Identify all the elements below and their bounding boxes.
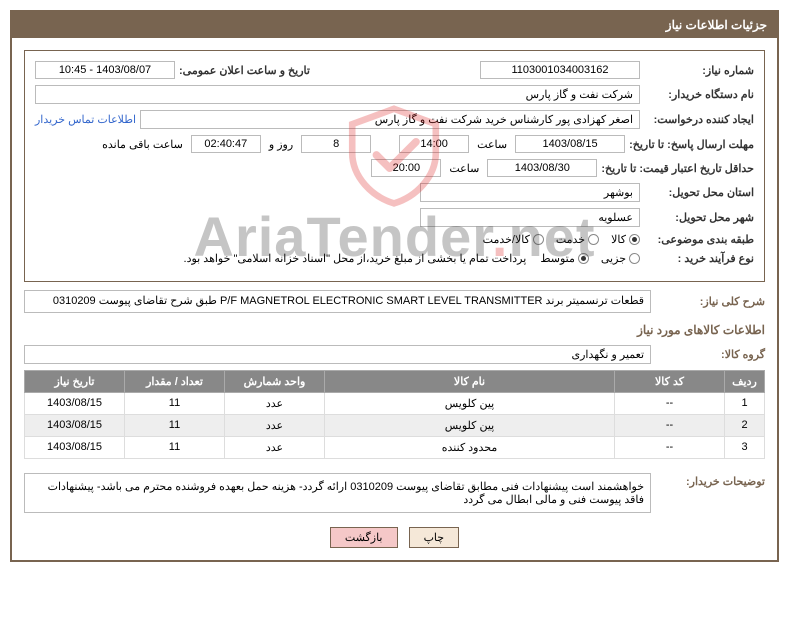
purchase-radio-group: جزیی متوسط: [540, 252, 640, 265]
panel-header: جزئیات اطلاعات نیاز: [12, 12, 777, 38]
table-cell: 11: [125, 392, 225, 414]
city-value: عسلویه: [420, 208, 640, 227]
table-cell: عدد: [225, 414, 325, 436]
table-cell: محدود کننده: [325, 436, 615, 458]
purchase-type-label: نوع فرآیند خرید :: [644, 252, 754, 265]
table-cell: --: [615, 414, 725, 436]
table-header: نام کالا: [325, 370, 615, 392]
province-label: استان محل تحویل:: [644, 186, 754, 199]
time-label-2: ساعت: [449, 162, 479, 175]
goods-group-label: گروه کالا:: [655, 348, 765, 361]
table-cell: --: [615, 436, 725, 458]
reply-deadline-label: مهلت ارسال پاسخ: تا تاریخ:: [629, 138, 754, 151]
table-row: 2--پین کلویسعدد111403/08/15: [25, 414, 765, 436]
announce-label: تاریخ و ساعت اعلان عمومی:: [179, 64, 310, 77]
radio-option[interactable]: جزیی: [601, 252, 640, 265]
table-cell: عدد: [225, 392, 325, 414]
valid-time-value: 20:00: [371, 159, 441, 177]
table-cell: 1403/08/15: [25, 436, 125, 458]
details-panel: جزئیات اطلاعات نیاز شماره نیاز: 11030010…: [10, 10, 779, 562]
table-row: 1--پین کلویسعدد111403/08/15: [25, 392, 765, 414]
radio-option[interactable]: متوسط: [540, 252, 589, 265]
radio-label: متوسط: [540, 252, 575, 265]
table-cell: پین کلویس: [325, 392, 615, 414]
min-valid-label: حداقل تاریخ اعتبار قیمت: تا تاریخ:: [601, 162, 754, 175]
table-row: 3--محدود کنندهعدد111403/08/15: [25, 436, 765, 458]
radio-icon: [629, 234, 640, 245]
radio-label: کالا/خدمت: [483, 233, 530, 246]
radio-option[interactable]: کالا: [611, 233, 640, 246]
buyer-notes-value: خواهشمند است پیشنهادات فنی مطابق تقاضای …: [24, 473, 651, 513]
buyer-notes-label: توضیحات خریدار:: [655, 469, 765, 488]
goods-group-value: تعمیر و نگهداری: [24, 345, 651, 364]
table-cell: 11: [125, 414, 225, 436]
radio-icon: [629, 253, 640, 264]
days-remaining-value: 8: [301, 135, 371, 153]
reply-time-value: 14:00: [399, 135, 469, 153]
radio-icon: [578, 253, 589, 264]
time-remaining-value: 02:40:47: [191, 135, 261, 153]
table-cell: 11: [125, 436, 225, 458]
table-header: تعداد / مقدار: [125, 370, 225, 392]
buyer-org-label: نام دستگاه خریدار:: [644, 88, 754, 101]
days-and-label: روز و: [269, 138, 293, 151]
overall-desc-label: شرح کلی نیاز:: [655, 295, 765, 308]
province-value: بوشهر: [420, 183, 640, 202]
time-label-1: ساعت: [477, 138, 507, 151]
radio-option[interactable]: کالا/خدمت: [483, 233, 544, 246]
radio-icon: [588, 234, 599, 245]
radio-label: خدمت: [556, 233, 585, 246]
category-radio-group: کالا خدمت کالا/خدمت: [483, 233, 640, 246]
radio-label: جزیی: [601, 252, 626, 265]
table-cell: --: [615, 392, 725, 414]
table-cell: 1403/08/15: [25, 392, 125, 414]
valid-date-value: 1403/08/30: [487, 159, 597, 177]
need-number-value: 1103001034003162: [480, 61, 640, 79]
table-cell: پین کلویس: [325, 414, 615, 436]
items-table: ردیفکد کالانام کالاواحد شمارشتعداد / مقد…: [24, 370, 765, 459]
table-header: واحد شمارش: [225, 370, 325, 392]
need-number-label: شماره نیاز:: [644, 64, 754, 77]
table-cell: 1403/08/15: [25, 414, 125, 436]
table-header: تاریخ نیاز: [25, 370, 125, 392]
table-cell: 3: [725, 436, 765, 458]
table-header: کد کالا: [615, 370, 725, 392]
table-cell: عدد: [225, 436, 325, 458]
announce-value: 1403/08/07 - 10:45: [35, 61, 175, 79]
table-cell: 2: [725, 414, 765, 436]
table-header: ردیف: [725, 370, 765, 392]
buyer-org-value: شرکت نفت و گاز پارس: [35, 85, 640, 104]
buyer-contact-link[interactable]: اطلاعات تماس خریدار: [35, 113, 136, 126]
radio-option[interactable]: خدمت: [556, 233, 599, 246]
table-cell: 1: [725, 392, 765, 414]
category-label: طبقه بندی موضوعی:: [644, 233, 754, 246]
remaining-label: ساعت باقی مانده: [102, 138, 183, 151]
radio-label: کالا: [611, 233, 626, 246]
main-info-box: شماره نیاز: 1103001034003162 تاریخ و ساع…: [24, 50, 765, 282]
items-section-title: اطلاعات کالاهای مورد نیاز: [24, 323, 765, 337]
back-button[interactable]: بازگشت: [330, 527, 398, 548]
radio-icon: [533, 234, 544, 245]
reply-date-value: 1403/08/15: [515, 135, 625, 153]
print-button[interactable]: چاپ: [409, 527, 460, 548]
treasury-note: پرداخت تمام یا بخشی از مبلغ خرید،از محل …: [184, 252, 527, 265]
requester-value: اصغر کهزادی پور کارشناس خرید شرکت نفت و …: [140, 110, 640, 129]
city-label: شهر محل تحویل:: [644, 211, 754, 224]
overall-desc-value: قطعات ترنسمیتر برند P/F MAGNETROL ELECTR…: [24, 290, 651, 313]
requester-label: ایجاد کننده درخواست:: [644, 113, 754, 126]
